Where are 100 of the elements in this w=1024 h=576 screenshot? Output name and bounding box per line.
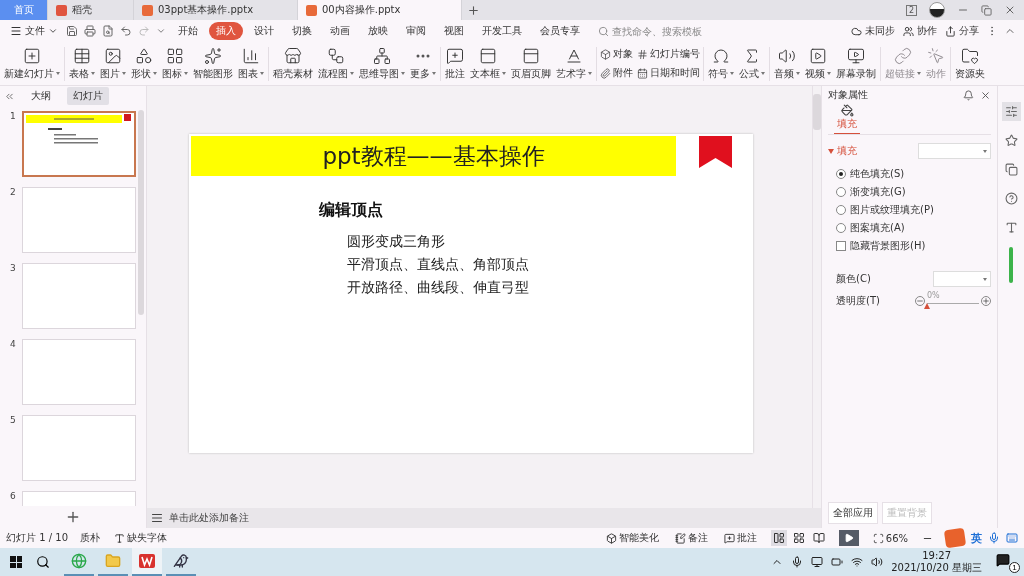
play-button[interactable] [838,530,859,546]
wifi-icon[interactable] [851,556,864,568]
ribbon-button[interactable]: 公式 [738,46,766,81]
link-icon [894,46,912,65]
comments-button[interactable]: 批注 [721,529,759,547]
slide-thumbnail[interactable] [22,111,136,177]
menu-tab[interactable]: 动画 [323,22,357,40]
start-icon[interactable] [10,556,22,568]
sidebar-button[interactable] [1001,102,1021,121]
increase-button[interactable] [981,296,991,306]
scrollbar[interactable] [1009,247,1013,283]
sogou-logo-icon[interactable] [943,527,967,549]
caret-icon [122,72,126,75]
toolbar-action[interactable]: 未同步 [848,24,898,38]
taskbar-app[interactable] [132,548,162,576]
microphone-icon[interactable] [791,556,804,568]
menu-tab[interactable]: 视图 [437,22,471,40]
beautify-button[interactable]: 智能美化 [603,529,661,547]
menu-tab[interactable]: 会员专享 [533,22,587,40]
ribbon-button[interactable]: 日期和时间 [637,66,700,80]
clock[interactable]: 19:27 2021/10/20 星期三 [891,550,982,574]
scrollbar[interactable] [813,94,821,130]
notification-button[interactable]: 1 [996,551,1020,573]
close-icon[interactable] [1004,4,1016,16]
search-icon[interactable] [36,555,50,569]
ribbon-button[interactable]: 符号 [707,46,735,81]
print-icon[interactable] [84,25,96,37]
panel-tab[interactable]: 幻灯片 [67,87,109,105]
ribbon-button[interactable]: 思维导图 [358,46,406,81]
menu-tab[interactable]: 插入 [209,22,243,40]
ribbon-button[interactable]: 稻壳素材 [272,46,314,81]
ribbon-button[interactable]: 更多 [409,46,437,81]
section-header[interactable]: 填充 [828,144,857,158]
search-field[interactable]: 查找命令、搜索模板 [598,25,738,37]
battery-icon[interactable] [831,556,844,568]
ribbon-button[interactable]: 幻灯片编号 [637,47,700,61]
undo-icon[interactable] [120,25,132,37]
menu-icon [10,25,22,37]
ribbon-button[interactable]: 批注 [444,46,466,81]
slide-number: 1 [10,111,17,123]
ribbon-button[interactable]: 文本框 [469,46,507,81]
restore-icon[interactable] [981,4,992,16]
window-count-badge[interactable]: 2 [905,4,917,16]
radio-button[interactable] [836,205,846,215]
pin-icon[interactable] [963,89,974,101]
slide-text: 开放路径、曲线段、伸直弓型 [347,279,530,297]
notes-button[interactable]: 备注 [672,529,710,547]
save-icon[interactable] [66,25,78,37]
table-icon [73,46,91,65]
keyboard-icon[interactable] [1006,532,1018,544]
radio-button[interactable] [836,187,846,197]
theme-name[interactable]: 质朴 [80,531,100,545]
color-dropdown[interactable] [933,271,991,287]
ribbon-button[interactable]: 形状 [130,46,158,81]
ribbon-button[interactable]: 资源夹 [954,46,986,81]
ribbon-button[interactable]: 音频 [773,46,801,81]
avatar[interactable] [929,2,945,18]
ribbon-button[interactable]: 附件 [600,66,633,80]
panel-button[interactable]: 全部应用 [828,502,878,524]
ribbon-button[interactable]: 屏幕录制 [835,46,877,81]
ribbon-button[interactable]: 页眉页脚 [510,46,552,81]
panel-title[interactable]: 对象属性 [828,88,868,102]
ribbon-button[interactable]: 对象 [600,47,633,61]
menu-tab[interactable]: 开始 [171,22,205,40]
radio-button[interactable] [836,169,846,179]
toolbar-action[interactable]: 协作 [900,24,940,38]
menu-tab[interactable]: 审阅 [399,22,433,40]
ribbon-button[interactable]: 图标 [161,46,189,81]
ribbon-button[interactable]: 新建幻灯片 [3,46,61,81]
ribbon-button[interactable]: 视频 [804,46,832,81]
reading-view-button[interactable] [810,530,827,546]
ribbon-button[interactable]: 图表 [237,46,265,81]
panel-tab[interactable]: 大纲 [25,87,57,105]
display-icon[interactable] [811,556,824,568]
ime-mode[interactable]: 英 [971,530,982,546]
ribbon-button[interactable]: 流程图 [317,46,355,81]
shapes-icon [135,46,153,65]
normal-view-button[interactable] [770,530,787,546]
menu-tab[interactable]: 设计 [247,22,281,40]
menu-tab[interactable]: 开发工具 [475,22,529,40]
notes-field[interactable]: 单击此处添加备注 [147,508,821,528]
scrollbar[interactable] [138,110,144,315]
ribbon-button[interactable]: 艺术字 [555,46,593,81]
zoom-button[interactable]: 66% [870,530,910,546]
volume-icon[interactable] [871,556,884,568]
document-tab[interactable]: 00内容操作.pptx [298,0,462,20]
toolbar-action[interactable]: 分享 [942,24,982,38]
close-icon[interactable] [980,89,991,101]
caret-icon[interactable] [156,26,166,36]
file-menu-button[interactable]: 文件 [6,24,62,38]
slider-thumb[interactable] [924,303,930,309]
menu-tab[interactable]: 切换 [285,22,319,40]
radio-button[interactable] [836,223,846,233]
menu-tab[interactable]: 放映 [361,22,395,40]
ribbon-button[interactable]: 图片 [99,46,127,81]
checkbox[interactable] [836,241,846,251]
ribbon-button[interactable]: 表格 [68,46,96,81]
preview-icon[interactable] [102,25,114,37]
ribbon-button[interactable]: 智能图形 [192,46,234,81]
missing-font-button[interactable]: 缺失字体 [112,529,169,547]
